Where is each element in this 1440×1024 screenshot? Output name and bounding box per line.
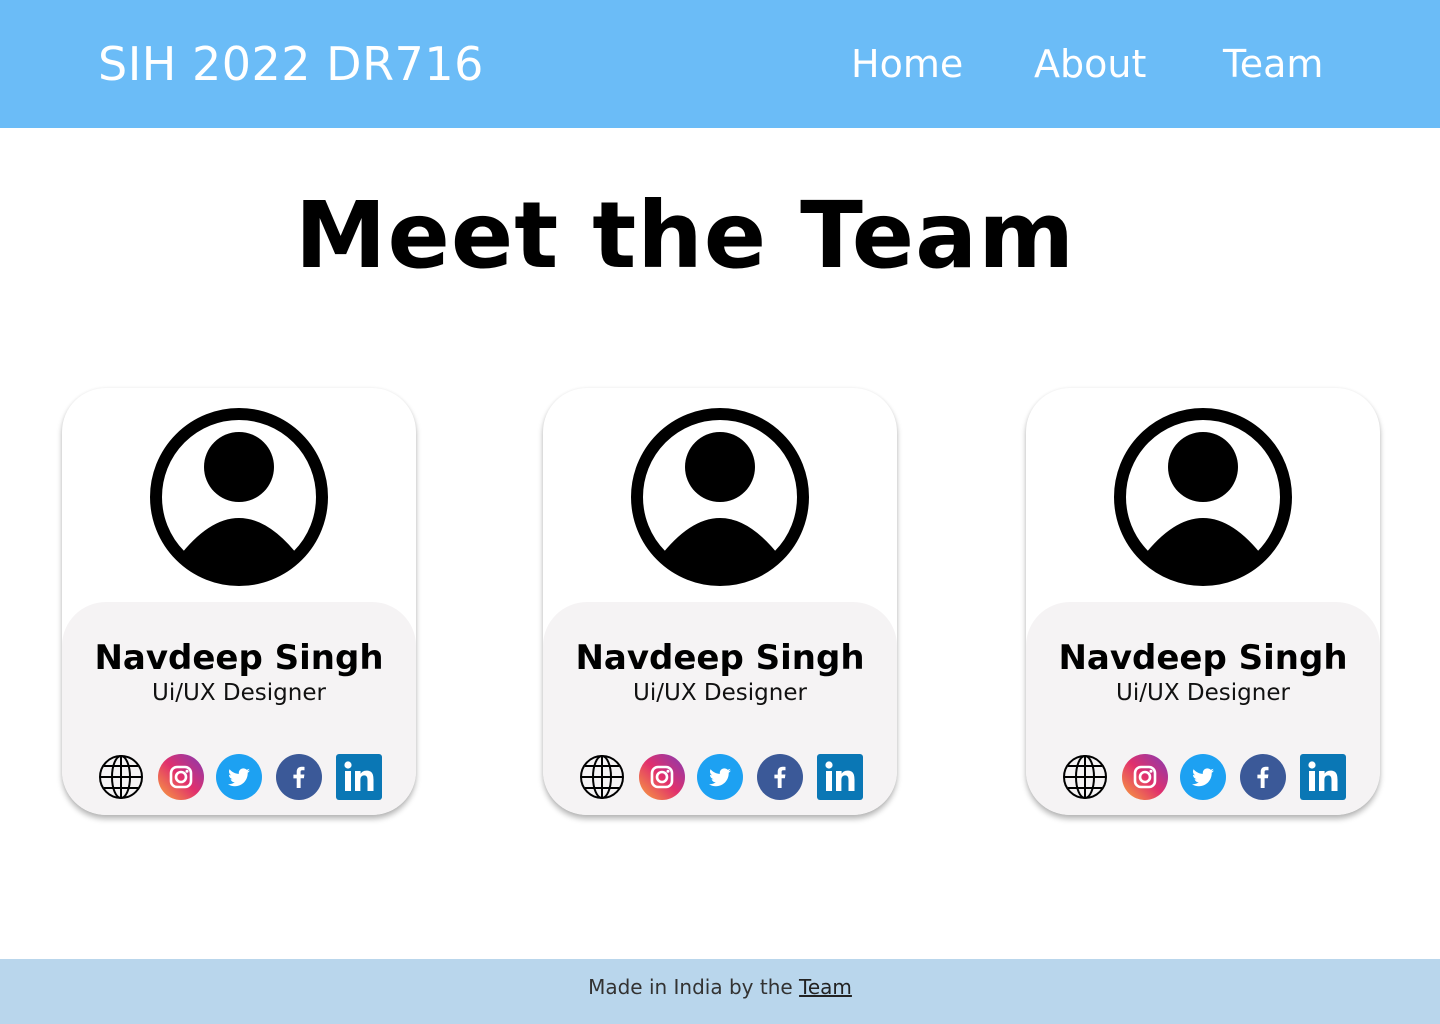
member-info-panel: Navdeep Singh Ui/UX Designer	[62, 602, 416, 815]
globe-icon[interactable]	[1062, 754, 1108, 800]
member-role: Ui/UX Designer	[1116, 680, 1290, 706]
nav-team-link[interactable]: Team	[1223, 40, 1323, 88]
linkedin-icon[interactable]	[336, 754, 382, 800]
member-info-panel: Navdeep Singh Ui/UX Designer	[543, 602, 897, 815]
member-name: Navdeep Singh	[575, 638, 865, 678]
site-brand[interactable]: SIH 2022 DR716	[98, 34, 484, 94]
team-member-card: Navdeep Singh Ui/UX Designer	[543, 388, 897, 815]
member-role: Ui/UX Designer	[152, 680, 326, 706]
instagram-icon[interactable]	[158, 754, 204, 800]
footer-text: Made in India by the	[588, 975, 800, 999]
footer-team-link[interactable]: Team	[799, 975, 852, 999]
globe-icon[interactable]	[98, 754, 144, 800]
user-avatar-icon	[1114, 408, 1292, 586]
user-avatar-icon	[150, 408, 328, 586]
linkedin-icon[interactable]	[817, 754, 863, 800]
twitter-icon[interactable]	[216, 754, 262, 800]
facebook-icon[interactable]	[276, 754, 322, 800]
instagram-icon[interactable]	[639, 754, 685, 800]
team-member-card: Navdeep Singh Ui/UX Designer	[62, 388, 416, 815]
member-name: Navdeep Singh	[94, 638, 384, 678]
social-links	[1062, 754, 1352, 800]
social-links	[579, 754, 869, 800]
member-info-panel: Navdeep Singh Ui/UX Designer	[1026, 602, 1380, 815]
team-member-card: Navdeep Singh Ui/UX Designer	[1026, 388, 1380, 815]
nav-about-link[interactable]: About	[1034, 40, 1146, 88]
linkedin-icon[interactable]	[1300, 754, 1346, 800]
globe-icon[interactable]	[579, 754, 625, 800]
twitter-icon[interactable]	[1180, 754, 1226, 800]
site-footer: Made in India by the Team	[0, 959, 1440, 1024]
member-role: Ui/UX Designer	[633, 680, 807, 706]
facebook-icon[interactable]	[757, 754, 803, 800]
nav-home-link[interactable]: Home	[851, 40, 963, 88]
social-links	[98, 754, 388, 800]
instagram-icon[interactable]	[1122, 754, 1168, 800]
site-header: SIH 2022 DR716 Home About Team	[0, 0, 1440, 128]
member-name: Navdeep Singh	[1058, 638, 1348, 678]
facebook-icon[interactable]	[1240, 754, 1286, 800]
page-title: Meet the Team	[294, 182, 1076, 289]
user-avatar-icon	[631, 408, 809, 586]
twitter-icon[interactable]	[697, 754, 743, 800]
